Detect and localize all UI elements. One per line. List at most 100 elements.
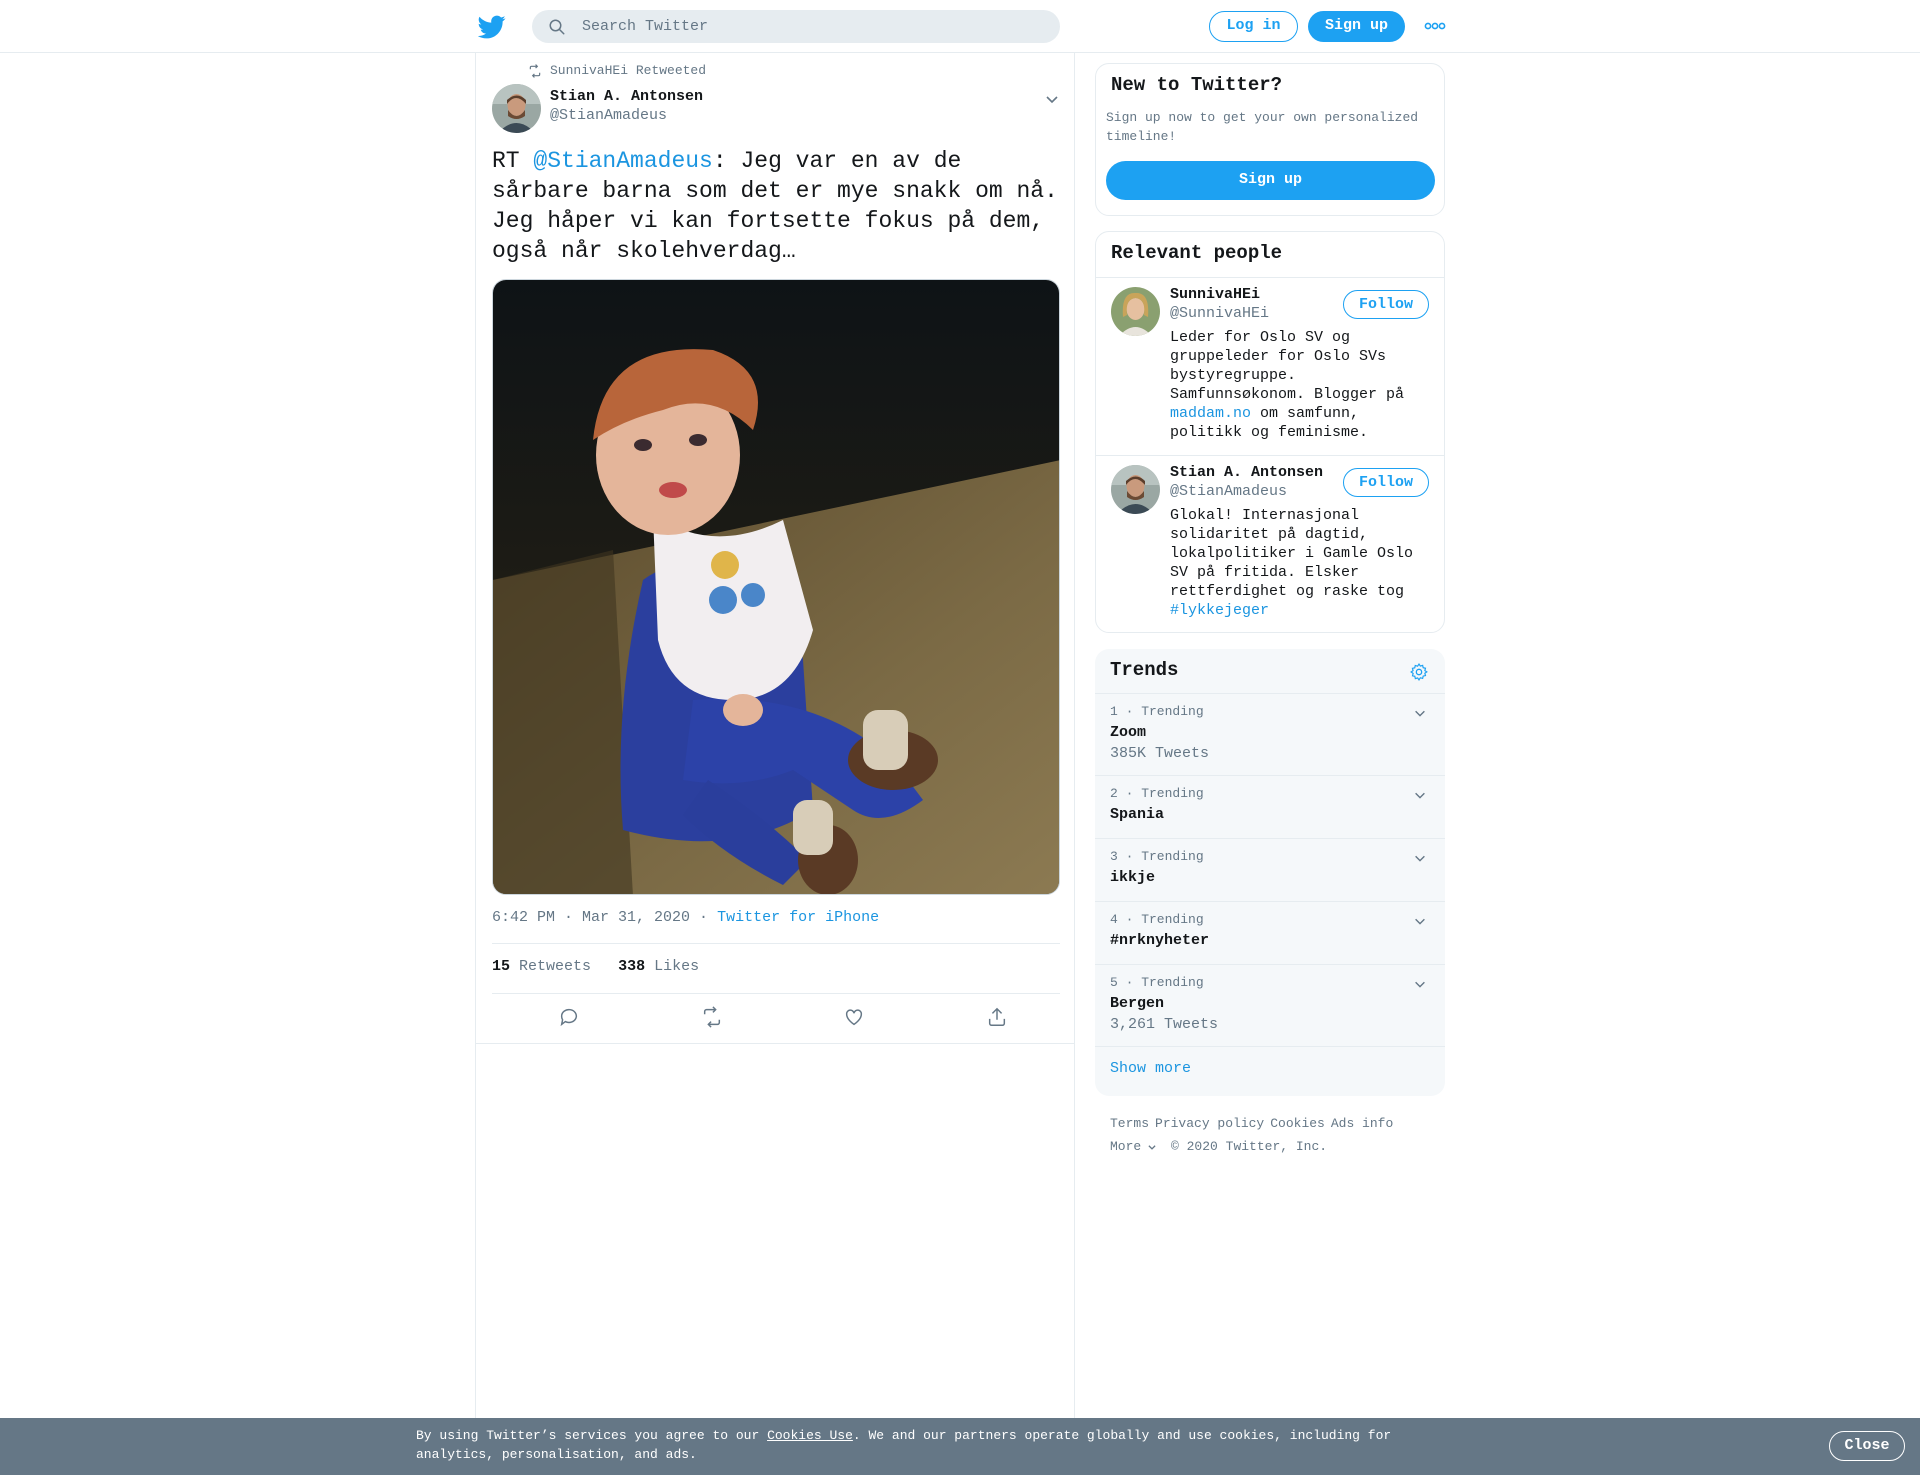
trends-header: Trends: [1095, 649, 1445, 694]
person-bio: Glokal! Internasjonal solidaritet på dag…: [1170, 506, 1432, 620]
footer-link-ads-info[interactable]: Ads info: [1331, 1116, 1393, 1131]
chevron-down-icon[interactable]: [1413, 977, 1427, 991]
new-to-twitter-card: New to Twitter? Sign up now to get your …: [1095, 63, 1445, 216]
retweets-label: Retweets: [519, 958, 592, 975]
trend-name[interactable]: Spania: [1110, 806, 1164, 823]
retweeted-by-text: SunnivaHEi Retweeted: [550, 63, 707, 78]
trends-card: Trends 1 · Trending Zoom 385K Tweets 2 ·…: [1095, 649, 1445, 1096]
chevron-down-icon[interactable]: [1044, 91, 1060, 107]
trend-item[interactable]: 4 · Trending #nrknyheter: [1095, 902, 1445, 965]
chevron-down-icon[interactable]: [1413, 706, 1427, 720]
author-info[interactable]: Stian A. Antonsen @StianAmadeus: [550, 88, 703, 124]
trend-name[interactable]: ikkje: [1110, 869, 1155, 886]
retweet-context[interactable]: SunnivaHEi Retweeted: [528, 63, 706, 78]
author-handle[interactable]: @StianAmadeus: [550, 107, 703, 124]
search-icon: [549, 19, 565, 35]
trend-item[interactable]: 1 · Trending Zoom 385K Tweets: [1095, 694, 1445, 776]
trend-name[interactable]: Bergen: [1110, 995, 1164, 1012]
footer-link-privacy[interactable]: Privacy policy: [1155, 1116, 1264, 1131]
tweet-photo[interactable]: [492, 279, 1060, 895]
reply-icon[interactable]: [558, 1006, 580, 1028]
cookie-banner: By using Twitter’s services you agree to…: [0, 1418, 1920, 1475]
footer-link-terms[interactable]: Terms: [1110, 1116, 1149, 1131]
person-bio: Leder for Oslo SV og gruppeleder for Osl…: [1170, 328, 1432, 442]
person-handle[interactable]: @StianAmadeus: [1170, 483, 1287, 500]
avatar[interactable]: [1111, 287, 1160, 336]
chevron-down-icon: [1148, 1144, 1156, 1150]
bio-hashtag-link[interactable]: #lykkejeger: [1170, 602, 1269, 619]
login-button[interactable]: Log in: [1209, 11, 1298, 42]
footer-copyright: © 2020 Twitter, Inc.: [1171, 1139, 1328, 1154]
show-more-link[interactable]: Show more: [1110, 1060, 1191, 1077]
tweet-meta: 6:42 PM · Mar 31, 2020 · Twitter for iPh…: [492, 909, 879, 926]
trend-count: 385K Tweets: [1110, 745, 1210, 762]
person-name[interactable]: SunnivaHEi: [1170, 286, 1260, 303]
footer: Terms Privacy policy Cookies Ads info More …: [1110, 1112, 1430, 1158]
trend-meta: 2 · Trending: [1110, 786, 1204, 801]
footer-more-label: More: [1110, 1139, 1142, 1154]
follow-button[interactable]: Follow: [1343, 290, 1429, 319]
cookie-close-button[interactable]: Close: [1829, 1431, 1905, 1461]
meta-separator: ·: [690, 909, 718, 926]
trend-item[interactable]: 2 · Trending Spania: [1095, 776, 1445, 839]
top-bar: Log in Sign up: [0, 0, 1920, 53]
tweet-source-link[interactable]: Twitter for iPhone: [717, 909, 879, 926]
relevant-people-header: Relevant people: [1096, 232, 1444, 278]
trend-count: 3,261 Tweets: [1110, 1016, 1219, 1033]
bio-text: Glokal! Internasjonal solidaritet på dag…: [1170, 507, 1414, 600]
retweets-count: 15: [492, 958, 511, 975]
more-dots-icon[interactable]: [1424, 20, 1446, 32]
tweet-mention-link[interactable]: @StianAmadeus: [533, 148, 712, 174]
divider: [476, 1043, 1074, 1044]
person-handle[interactable]: @SunnivaHEi: [1170, 305, 1269, 322]
tweet-text: RT @StianAmadeus: Jeg var en av de sårba…: [492, 146, 1062, 266]
signup-button[interactable]: Sign up: [1308, 11, 1405, 42]
divider: [1096, 455, 1444, 456]
cookies-use-link[interactable]: Cookies Use: [767, 1428, 853, 1443]
chevron-down-icon[interactable]: [1413, 851, 1427, 865]
tweet-text-prefix: RT: [492, 148, 534, 174]
person-name[interactable]: Stian A. Antonsen: [1170, 464, 1323, 481]
search-input[interactable]: [582, 10, 1042, 43]
trend-meta: 5 · Trending: [1110, 975, 1204, 990]
divider: [492, 993, 1060, 994]
retweet-icon[interactable]: [701, 1006, 723, 1028]
trend-item[interactable]: 3 · Trending ikkje: [1095, 839, 1445, 902]
new-to-twitter-description: Sign up now to get your own personalized…: [1106, 110, 1419, 144]
divider: [492, 943, 1060, 944]
cookie-text: By using Twitter’s services you agree to…: [416, 1426, 1416, 1464]
likes-stat[interactable]: 338 Likes: [618, 958, 699, 975]
likes-label: Likes: [654, 958, 700, 975]
chevron-down-icon[interactable]: [1413, 914, 1427, 928]
likes-count: 338: [618, 958, 646, 975]
trend-meta: 1 · Trending: [1110, 704, 1204, 719]
tweet-actions: [492, 1006, 1060, 1036]
like-icon[interactable]: [843, 1006, 865, 1028]
footer-more-menu[interactable]: More: [1110, 1139, 1157, 1154]
bio-text: Leder for Oslo SV og gruppeleder for Osl…: [1170, 329, 1405, 403]
sidebar-signup-button[interactable]: Sign up: [1106, 161, 1435, 200]
cookie-text-pre: By using Twitter’s services you agree to…: [416, 1428, 768, 1443]
author-avatar[interactable]: [492, 84, 541, 133]
trend-name[interactable]: Zoom: [1110, 724, 1146, 741]
footer-link-cookies[interactable]: Cookies: [1270, 1116, 1325, 1131]
chevron-down-icon[interactable]: [1413, 788, 1427, 802]
gear-icon[interactable]: [1409, 662, 1429, 682]
bio-link[interactable]: maddam.no: [1170, 405, 1251, 422]
trend-meta: 4 · Trending: [1110, 912, 1204, 927]
trend-item[interactable]: 5 · Trending Bergen 3,261 Tweets: [1095, 965, 1445, 1047]
tweet-timestamp[interactable]: 6:42 PM · Mar 31, 2020: [492, 909, 690, 926]
trend-meta: 3 · Trending: [1110, 849, 1204, 864]
retweets-stat[interactable]: 15 Retweets: [492, 958, 591, 975]
twitter-bird-icon[interactable]: [478, 13, 506, 41]
new-to-twitter-title: New to Twitter?: [1111, 74, 1283, 96]
follow-button[interactable]: Follow: [1343, 468, 1429, 497]
relevant-people-title: Relevant people: [1111, 242, 1283, 264]
avatar[interactable]: [1111, 465, 1160, 514]
retweet-icon: [529, 63, 541, 78]
share-icon[interactable]: [986, 1006, 1008, 1028]
trend-name[interactable]: #nrknyheter: [1110, 932, 1209, 949]
author-name[interactable]: Stian A. Antonsen: [550, 88, 703, 105]
trends-title: Trends: [1110, 659, 1179, 681]
search-box[interactable]: [532, 10, 1060, 43]
